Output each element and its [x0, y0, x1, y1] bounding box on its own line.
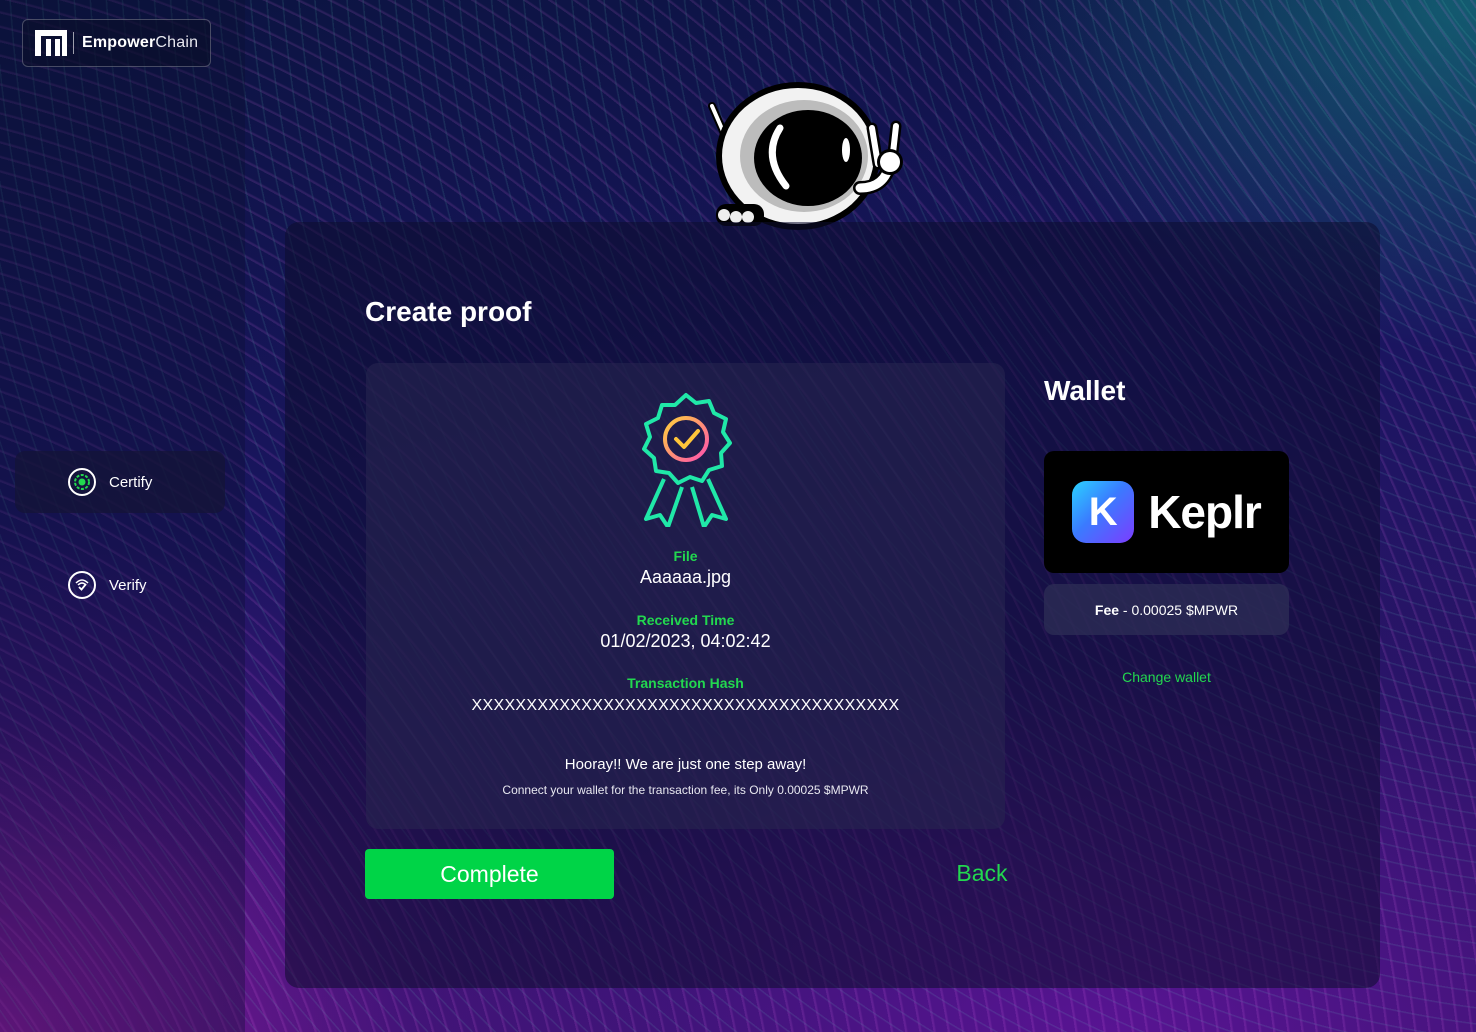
wallet-provider-name: Keplr [1148, 486, 1262, 538]
transaction-hash-label: Transaction Hash [627, 675, 744, 691]
keplr-icon: K [1072, 481, 1135, 543]
fee-display: Fee - 0.00025 $MPWR [1044, 584, 1289, 635]
empowerchain-logo[interactable]: EmpowerChain [22, 19, 211, 67]
transaction-hash-value: XXXXXXXXXXXXXXXXXXXXXXXXXXXXXXXXXXXXXXX [471, 697, 900, 714]
verify-icon [68, 571, 96, 599]
success-message: Hooray!! We are just one step away! [564, 756, 807, 773]
change-wallet-link[interactable]: Change wallet [1044, 669, 1289, 685]
certify-icon [68, 468, 96, 496]
empowerchain-logo-icon [35, 30, 67, 56]
sidebar: EmpowerChain Certify Verify [0, 0, 245, 1032]
sidebar-item-certify[interactable]: Certify [15, 451, 225, 513]
received-time-value: 01/02/2023, 04:02:42 [600, 631, 771, 651]
file-label: File [673, 548, 698, 564]
logo-divider [73, 32, 74, 54]
fee-value: - 0.00025 $MPWR [1119, 601, 1239, 618]
back-button[interactable]: Back [940, 860, 1024, 887]
received-time-label: Received Time [636, 612, 735, 628]
brand-name: EmpowerChain [82, 34, 199, 51]
astronaut-mascot-image [708, 82, 903, 230]
sidebar-item-label: Verify [109, 576, 147, 594]
page-title: Create proof [365, 296, 532, 327]
keplr-wallet-card[interactable]: K Keplr [1044, 451, 1289, 573]
proof-panel: File Aaaaaa.jpg Received Time 01/02/2023… [366, 363, 1005, 829]
certificate-badge-icon [642, 393, 732, 527]
sidebar-item-verify[interactable]: Verify [15, 554, 225, 616]
fee-instruction: Connect your wallet for the transaction … [502, 783, 869, 797]
fee-label: Fee [1094, 601, 1120, 618]
complete-button[interactable]: Complete [365, 849, 614, 899]
wallet-title: Wallet [1044, 375, 1126, 406]
sidebar-item-label: Certify [109, 473, 153, 491]
file-value: Aaaaaa.jpg [639, 567, 732, 587]
